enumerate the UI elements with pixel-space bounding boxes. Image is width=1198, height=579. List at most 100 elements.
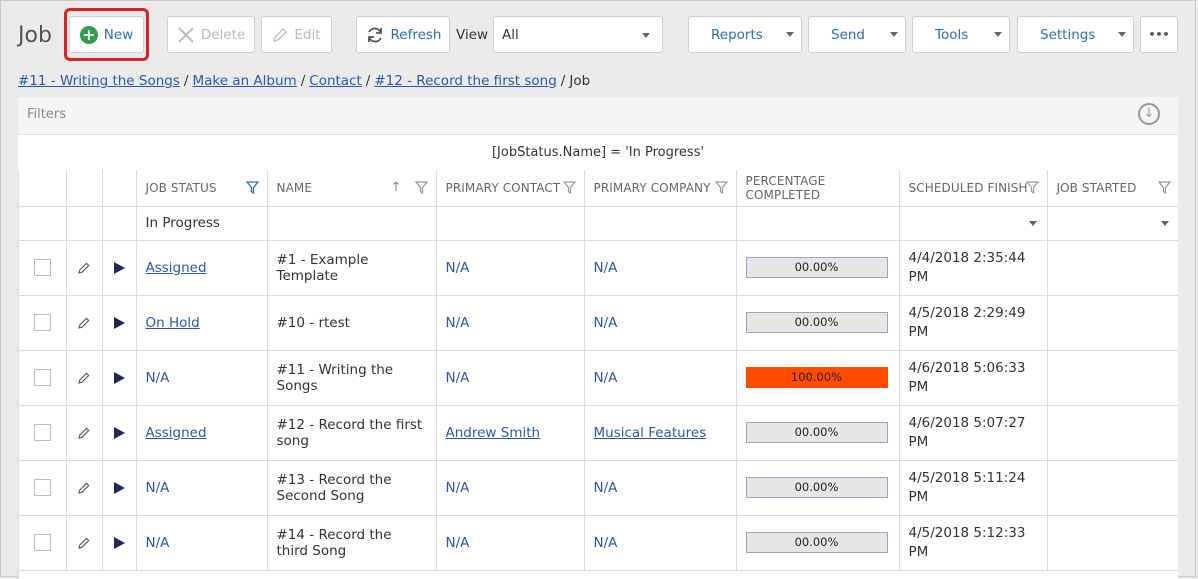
filter-primary-company[interactable] [584, 206, 737, 241]
filter-icon[interactable] [414, 181, 428, 194]
cell-primary-company: N/A [584, 240, 737, 296]
cell-job-started [1047, 405, 1178, 461]
open-column-header [102, 170, 137, 207]
play-icon[interactable] [113, 481, 125, 494]
filter-icon[interactable] [1157, 181, 1171, 194]
primary-company-value: N/A [593, 259, 618, 276]
edit-button[interactable]: Edit [261, 16, 332, 53]
row-checkbox[interactable] [33, 479, 51, 496]
row-select-cell [19, 515, 67, 571]
filter-expression: [JobStatus.Name] = 'In Progress' [18, 135, 1178, 170]
column-header-primary-contact[interactable]: PRIMARY CONTACT [436, 170, 585, 207]
tools-button[interactable]: Tools [912, 16, 1010, 53]
play-icon[interactable] [113, 426, 125, 439]
scheduled-finish-ampm: PM [908, 488, 929, 505]
filter-icon[interactable] [714, 181, 728, 194]
breadcrumb-link[interactable]: #11 - Writing the Songs [18, 73, 180, 89]
edit-button-label: Edit [294, 26, 321, 43]
pencil-icon[interactable] [77, 261, 91, 275]
progress-bar: 100.00% [745, 367, 888, 388]
breadcrumb-current: Job [569, 73, 591, 89]
settings-button-label: Settings [1040, 26, 1096, 43]
chevron-down-icon [1118, 32, 1126, 37]
filter-job-status[interactable]: In Progress [136, 206, 268, 241]
filter-primary-contact[interactable] [436, 206, 585, 241]
table-row[interactable]: Assigned #1 - Example Template N/A N/A 00.00… [19, 240, 1178, 296]
scheduled-finish-date: 4/5/2018 2:29:49 [908, 304, 1026, 321]
filter-percentage-completed[interactable] [736, 206, 900, 241]
filter-job-started[interactable] [1047, 206, 1178, 241]
filter-icon[interactable] [562, 181, 576, 194]
play-icon[interactable] [113, 316, 125, 329]
filter-scheduled-finish[interactable] [899, 206, 1048, 241]
cell-job-started [1047, 295, 1178, 351]
column-header-primary-company[interactable]: PRIMARY COMPANY [584, 170, 737, 207]
filters-panel[interactable]: Filters ↓ [18, 97, 1178, 135]
filter-name[interactable] [267, 206, 437, 241]
row-checkbox[interactable] [33, 259, 51, 276]
pencil-icon[interactable] [77, 426, 91, 440]
new-button[interactable]: + New [69, 16, 144, 53]
table-row[interactable]: On Hold #10 - rtest N/A N/A 00.00% 4/5/2018 2… [19, 295, 1178, 351]
primary-company-value: N/A [593, 369, 618, 386]
column-header-scheduled-finish[interactable]: SCHEDULED FINISH [899, 170, 1048, 207]
filter-cell [102, 206, 137, 241]
cell-name: #13 - Record the Second Song [267, 460, 437, 516]
breadcrumb-link[interactable]: Make an Album [192, 73, 296, 89]
job-status-value[interactable]: Assigned [146, 425, 207, 441]
play-icon[interactable] [113, 536, 125, 549]
progress-bar: 00.00% [745, 257, 888, 278]
filters-label: Filters [27, 107, 66, 122]
pencil-icon[interactable] [77, 316, 91, 330]
column-header-name[interactable]: NAME ↑ [267, 170, 437, 207]
cell-job-started [1047, 460, 1178, 516]
settings-button[interactable]: Settings [1017, 16, 1134, 53]
row-checkbox[interactable] [33, 424, 51, 441]
column-header-job-started[interactable]: JOB STARTED [1047, 170, 1178, 207]
table-row[interactable]: N/A #13 - Record the Second Song N/A N/A 00.… [19, 460, 1178, 516]
more-options-button[interactable]: ••• [1140, 16, 1178, 53]
view-select[interactable]: All [493, 16, 663, 53]
cell-name: #10 - rtest [267, 295, 437, 351]
play-icon[interactable] [113, 261, 125, 274]
row-select-cell [19, 460, 67, 516]
arrow-down-circle-icon[interactable]: ↓ [1138, 103, 1160, 125]
pencil-icon[interactable] [77, 536, 91, 550]
pencil-icon[interactable] [77, 481, 91, 495]
filter-icon[interactable] [1025, 181, 1039, 194]
play-icon[interactable] [113, 371, 125, 384]
job-status-value[interactable]: Assigned [146, 260, 207, 276]
filter-icon[interactable] [245, 181, 259, 194]
chevron-down-icon[interactable] [1028, 220, 1037, 226]
primary-company-value[interactable]: Musical Features [594, 425, 707, 441]
job-status-value[interactable]: On Hold [146, 315, 200, 331]
table-row[interactable]: Assigned #12 - Record the first song Andre… [19, 405, 1178, 461]
select-column-header [19, 170, 67, 207]
primary-company-value: N/A [593, 314, 618, 331]
row-edit-cell [66, 295, 103, 351]
row-checkbox[interactable] [33, 369, 51, 386]
reports-button[interactable]: Reports [688, 16, 802, 53]
table-row[interactable]: N/A #11 - Writing the Songs N/A N/A 100.00% 4… [19, 350, 1178, 406]
cell-primary-contact: N/A [436, 295, 585, 351]
pencil-icon[interactable] [77, 371, 91, 385]
sort-ascending-icon[interactable]: ↑ [391, 180, 402, 195]
row-open-cell [102, 515, 137, 571]
column-header-percentage-completed[interactable]: PERCENTAGE COMPLETED [736, 170, 900, 207]
primary-contact-value[interactable]: Andrew Smith [446, 425, 541, 441]
scheduled-finish-ampm: PM [908, 378, 929, 395]
breadcrumb-link[interactable]: #12 - Record the first song [374, 73, 556, 89]
table-row[interactable]: N/A #14 - Record the third Song N/A N/A 00.0… [19, 515, 1178, 571]
column-label: JOB STATUS [145, 180, 217, 195]
breadcrumb-link[interactable]: Contact [309, 73, 362, 89]
send-button[interactable]: Send [808, 16, 906, 53]
row-checkbox[interactable] [33, 534, 51, 551]
cell-job-status: N/A [136, 515, 268, 571]
row-checkbox[interactable] [33, 314, 51, 331]
chevron-down-icon[interactable] [1160, 220, 1169, 226]
refresh-button[interactable]: Refresh [356, 16, 450, 53]
scheduled-finish-date: 4/6/2018 5:06:33 [908, 359, 1026, 376]
column-header-job-status[interactable]: JOB STATUS [136, 170, 268, 207]
filter-cell [19, 206, 67, 241]
delete-button[interactable]: Delete [167, 16, 255, 53]
